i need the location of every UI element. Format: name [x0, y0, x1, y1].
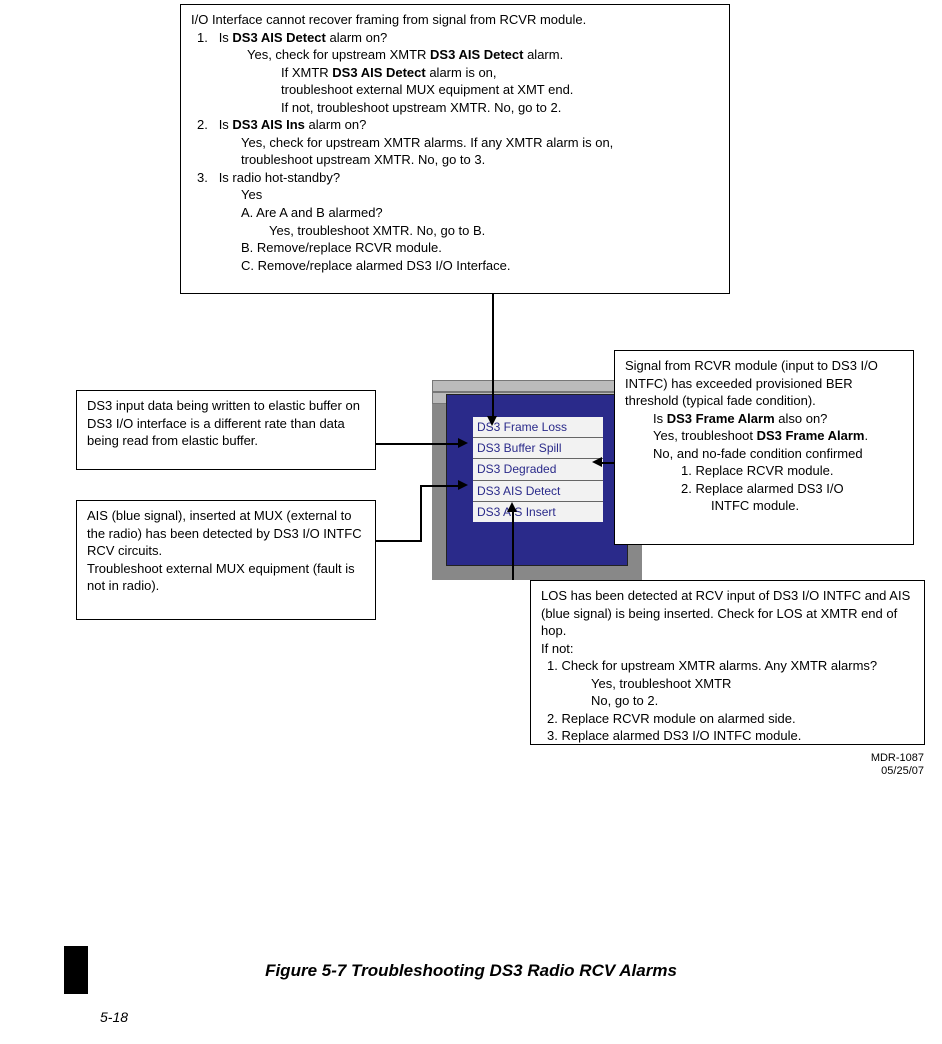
text: 3. Replace alarmed DS3 I/O INTFC module.	[541, 727, 914, 745]
arrow-left2-to-aisdetect	[376, 540, 420, 542]
alarm-row-ais-detect: DS3 AIS Detect	[473, 481, 603, 502]
text: B. Remove/replace RCVR module.	[191, 239, 719, 257]
text: Troubleshoot external MUX equipment (fau…	[87, 560, 365, 595]
alarm-panel-inner: DS3 Frame Loss DS3 Buffer Spill DS3 Degr…	[446, 394, 628, 566]
arrow-head-icon	[458, 438, 468, 448]
text: troubleshoot upstream XMTR. No, go to 3.	[191, 151, 719, 169]
text: 2. Replace alarmed DS3 I/O	[625, 480, 903, 498]
arrow-head-icon	[507, 502, 517, 512]
text: Is DS3 Frame Alarm also on?	[625, 410, 903, 428]
callout-ais-detect: AIS (blue signal), inserted at MUX (exte…	[76, 500, 376, 620]
page-number: 5-18	[100, 1008, 128, 1027]
text: DS3 input data being written to elastic …	[87, 397, 365, 450]
text: LOS has been detected at RCV input of DS…	[541, 587, 914, 640]
text: 2. Replace RCVR module on alarmed side.	[541, 710, 914, 728]
arrow-right2-to-aisinsert	[512, 510, 514, 580]
text: If not, troubleshoot upstream XMTR. No, …	[191, 99, 719, 117]
text: 3. Is radio hot-standby?	[191, 169, 719, 187]
text: 1. Check for upstream XMTR alarms. Any X…	[541, 657, 914, 675]
text: 1. Is DS3 AIS Detect alarm on?	[191, 29, 719, 47]
text: Signal from RCVR module (input to DS3 I/…	[625, 357, 903, 410]
arrow-top-to-frameloss	[492, 294, 494, 418]
callout-buffer-spill: DS3 input data being written to elastic …	[76, 390, 376, 470]
arrow-left2-vert	[420, 485, 422, 542]
reference-id: MDR-1087 05/25/07	[871, 752, 924, 778]
figure-caption: Figure 5-7 Troubleshooting DS3 Radio RCV…	[0, 960, 942, 983]
callout-frame-loss: I/O Interface cannot recover framing fro…	[180, 4, 730, 294]
text: Yes, troubleshoot XMTR. No, go to B.	[191, 222, 719, 240]
text: Yes	[191, 186, 719, 204]
text: AIS (blue signal), inserted at MUX (exte…	[87, 507, 365, 560]
text: 1. Replace RCVR module.	[625, 462, 903, 480]
alarm-row-ais-insert: DS3 AIS Insert	[473, 502, 603, 522]
arrow-left2-horz2	[420, 485, 460, 487]
callout-degraded: Signal from RCVR module (input to DS3 I/…	[614, 350, 914, 545]
callout-ais-insert: LOS has been detected at RCV input of DS…	[530, 580, 925, 745]
text: INTFC module.	[625, 497, 903, 515]
text: I/O Interface cannot recover framing fro…	[191, 11, 719, 29]
text: Yes, troubleshoot DS3 Frame Alarm.	[625, 427, 903, 445]
text: troubleshoot external MUX equipment at X…	[191, 81, 719, 99]
text: C. Remove/replace alarmed DS3 I/O Interf…	[191, 257, 719, 275]
section-tab	[64, 946, 88, 994]
text: A. Are A and B alarmed?	[191, 204, 719, 222]
alarm-list: DS3 Frame Loss DS3 Buffer Spill DS3 Degr…	[473, 417, 603, 522]
alarm-row-degraded: DS3 Degraded	[473, 459, 603, 480]
text: No, and no-fade condition confirmed	[625, 445, 903, 463]
text: Yes, troubleshoot XMTR	[541, 675, 914, 693]
arrow-left1-to-bufferspill	[376, 443, 460, 445]
text: If not:	[541, 640, 914, 658]
text: Yes, check for upstream XMTR DS3 AIS Det…	[191, 46, 719, 64]
text: No, go to 2.	[541, 692, 914, 710]
arrow-head-icon	[458, 480, 468, 490]
text: 2. Is DS3 AIS Ins alarm on?	[191, 116, 719, 134]
text: If XMTR DS3 AIS Detect alarm is on,	[191, 64, 719, 82]
arrow-head-icon	[592, 457, 602, 467]
arrow-head-icon	[487, 416, 497, 426]
alarm-row-buffer-spill: DS3 Buffer Spill	[473, 438, 603, 459]
text: Yes, check for upstream XMTR alarms. If …	[191, 134, 719, 152]
